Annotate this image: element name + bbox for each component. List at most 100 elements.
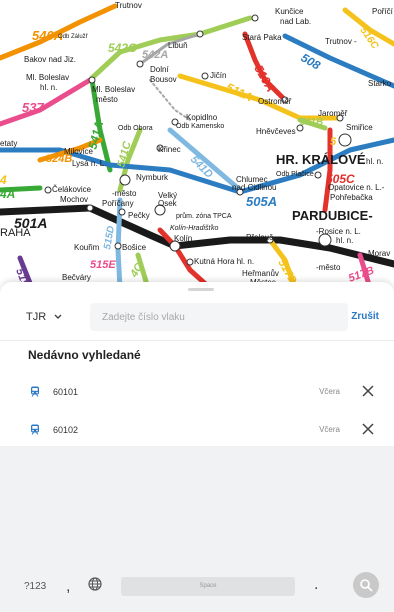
station-label-mesto: -město (112, 189, 137, 198)
line-grey-dotted (149, 79, 191, 121)
station-label-bakov: Bakov nad Jiz. (24, 55, 76, 64)
station-label-ml-boleslav-hl-1: Ml. Boleslav (26, 73, 69, 82)
station-label-dolni-2: Bousov (150, 75, 177, 84)
space-key[interactable]: Space (121, 577, 295, 596)
station-label-ml-boleslav-hl-2: hl. n. (40, 83, 57, 92)
cancel-button[interactable]: Zrušit (351, 300, 379, 334)
label-line-542c: 542C (108, 41, 137, 55)
numbers-key[interactable]: ?123 (24, 581, 46, 592)
station-label-porici: Poříčí (372, 7, 394, 16)
station-label-hr-kralove: HR. KRÁLOVÉ (276, 152, 366, 167)
route-map-canvas[interactable]: 540A 542C 542A 510A 508 537 511A 541A 51… (0, 0, 394, 288)
train-icon (31, 424, 39, 435)
station-dolni-bousov[interactable] (136, 60, 144, 68)
label-line-516c: 516C (358, 25, 381, 52)
station-label-odb-zaluzi: Odb Zálužř (58, 34, 89, 40)
station-label-jaromer: Jaroměř (318, 109, 348, 118)
station-label-hnevceves: Hněvčeves (256, 127, 296, 136)
station-label-odb-placice: Odb Plačice (276, 171, 314, 178)
station-label-rosice: -Rosice n. L. (316, 227, 361, 236)
label-line-4a: 4A (0, 187, 15, 201)
route-map[interactable]: 540A 542C 542A 510A 508 537 511A 541A 51… (0, 0, 394, 288)
station-label-opatovice: Opatovice n. L.- (328, 183, 385, 192)
label-line-505a: 505A (246, 194, 277, 209)
station-kuncice[interactable] (251, 14, 259, 22)
station-label-hermanuv-1: Heřmanův (242, 269, 279, 278)
recent-searches-title: Nedávno vyhledané (28, 348, 141, 362)
list-item[interactable]: 60101 Včera (0, 376, 394, 410)
station-bosice[interactable] (114, 242, 122, 250)
station-label-velky-2: Osek (158, 199, 178, 208)
station-ml-boleslav[interactable] (88, 76, 96, 84)
chevron-down-icon (54, 314, 62, 319)
train-number-input[interactable] (90, 303, 348, 331)
station-label-prelouc: Přelouč (246, 233, 273, 242)
station-label-kolin-hradistko: Kolín-Hradišťko (170, 225, 218, 232)
search-key[interactable] (353, 572, 379, 598)
station-label-mochov: Mochov (60, 195, 88, 204)
station-label-starkoc: Starko (368, 79, 392, 88)
station-label-nymburk: Nymburk (136, 173, 169, 182)
station-label-odb-kamensko: Odb Kamensko (176, 123, 224, 130)
station-kutna-hora[interactable] (186, 258, 194, 266)
station-label-stety: etaty (0, 139, 17, 148)
label-line-510a: 510A (251, 63, 277, 95)
search-date: Včera (319, 387, 340, 396)
train-type-select[interactable]: TJR (26, 300, 62, 334)
train-type-value: TJR (26, 311, 47, 323)
station-label-kopidlno: Kopidlno (186, 113, 218, 122)
globe-icon (88, 577, 102, 591)
sheet-drag-handle[interactable] (188, 288, 214, 291)
station-hr-kralove[interactable] (338, 133, 352, 147)
station-label-kourim: Kouřim (74, 243, 100, 252)
comma-key[interactable]: , (66, 578, 70, 596)
train-search-bar: TJR Zrušit (18, 300, 379, 334)
station-label-praha: RAHA (0, 227, 31, 239)
station-label-stara-paka: Stará Paka (242, 33, 282, 42)
station-nymburk[interactable] (119, 174, 131, 186)
station-celakovice[interactable] (44, 186, 52, 194)
station-label-jicin: Jičín (210, 71, 226, 80)
station-label-ml-boleslav-m-1: Ml. Boleslav (92, 85, 135, 94)
station-poricany[interactable] (86, 204, 94, 212)
station-label-dolni-1: Dolní (150, 65, 169, 74)
station-label-krinec: Křinec (158, 145, 181, 154)
train-number: 60102 (53, 425, 79, 435)
station-label-libun: Libuň (168, 41, 188, 50)
station-label-mesto-2: -město (316, 263, 341, 272)
keyboard-bottom-row: ?123 , Space . (0, 572, 394, 602)
station-label-trutnov-top: Trutnov (115, 1, 142, 10)
station-label-celakovice: Čelákovice (52, 185, 92, 194)
period-key[interactable]: . (314, 576, 318, 594)
on-screen-keyboard: ?123 , Space . (0, 446, 394, 612)
station-label-odb-obora: Odb Obora (118, 125, 153, 132)
station-label-becvary: Bečváry (62, 273, 91, 282)
close-icon (362, 423, 374, 435)
station-label-hr-kralove-hl: hl. n. (366, 157, 383, 166)
station-label-smirice: Smiřice (346, 123, 373, 132)
remove-recent-button[interactable] (359, 382, 377, 400)
label-line-4: 4 (0, 173, 7, 187)
label-line-515e: 515E (90, 259, 116, 271)
search-icon (360, 579, 373, 592)
train-number-input-box[interactable] (90, 303, 348, 331)
station-label-kolin: Kolín (174, 234, 192, 243)
station-label-kutna-hora: Kutná Hora hl. n. (194, 257, 254, 266)
station-label-morav: Morav (368, 249, 390, 258)
remove-recent-button[interactable] (359, 420, 377, 438)
station-label-lysa: Lysá n. L. (72, 159, 106, 168)
station-label-chlumec-2: nad Cidlinou (232, 183, 276, 192)
station-label-bosice: Bošice (122, 243, 147, 252)
station-jicin[interactable] (201, 72, 209, 80)
station-label-kuncice: Kunčice (275, 7, 304, 16)
list-item[interactable]: 60102 Včera (0, 414, 394, 448)
station-pecky[interactable] (118, 208, 126, 216)
divider (0, 340, 394, 341)
station-label-pecky: Pečky (128, 211, 150, 220)
station-opatovice[interactable] (314, 171, 322, 179)
train-number: 60101 (53, 387, 79, 397)
search-date: Včera (319, 425, 340, 434)
language-key[interactable] (88, 577, 102, 596)
station-libun[interactable] (196, 30, 204, 38)
train-icon (31, 386, 39, 397)
